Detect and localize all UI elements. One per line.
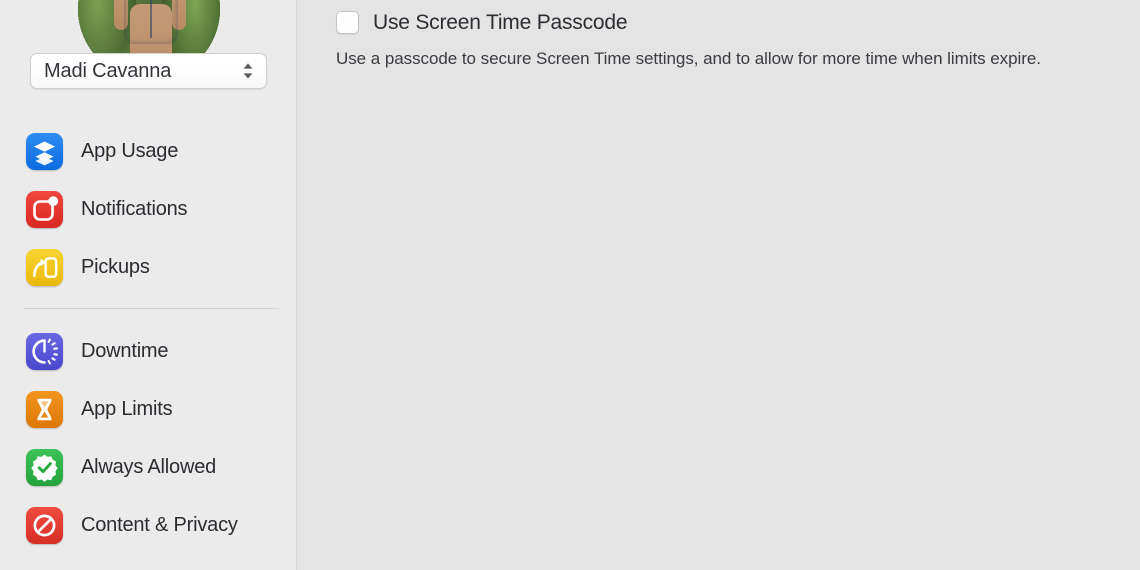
- user-popup-button[interactable]: Madi Cavanna: [30, 53, 267, 89]
- sidebar-item-label: Notifications: [81, 197, 188, 220]
- sidebar-item-always-allowed[interactable]: Always Allowed: [0, 438, 297, 496]
- sidebar-item-label: App Limits: [81, 397, 173, 420]
- sidebar-item-content-privacy[interactable]: Content & Privacy: [0, 496, 297, 554]
- chevron-up-down-icon: [240, 59, 256, 83]
- sidebar-item-label: Content & Privacy: [81, 513, 238, 536]
- notifications-icon: [26, 190, 63, 228]
- sidebar-item-app-usage[interactable]: App Usage: [0, 122, 297, 180]
- use-screen-time-passcode-row[interactable]: Use Screen Time Passcode: [336, 10, 628, 35]
- sidebar-item-label: Downtime: [81, 339, 169, 362]
- sidebar-item-app-limits[interactable]: App Limits: [0, 380, 297, 438]
- sidebar-item-pickups[interactable]: Pickups: [0, 238, 297, 296]
- downtime-icon: [26, 332, 63, 370]
- passcode-description: Use a passcode to secure Screen Time set…: [336, 49, 1041, 68]
- always-allowed-icon: [26, 448, 63, 486]
- sidebar-group-usage: App Usage Notifications Pickups: [0, 122, 297, 296]
- sidebar-item-downtime[interactable]: Downtime: [0, 322, 297, 380]
- sidebar-item-label: App Usage: [81, 139, 179, 162]
- avatar-denim-overalls: [124, 0, 178, 44]
- sidebar-item-label: Always Allowed: [81, 455, 217, 478]
- use-screen-time-passcode-label: Use Screen Time Passcode: [373, 11, 628, 34]
- pickups-icon: [26, 248, 63, 286]
- sidebar-item-label: Pickups: [81, 255, 150, 278]
- use-screen-time-passcode-checkbox[interactable]: [336, 11, 359, 34]
- content-pane: Use Screen Time Passcode Use a passcode …: [297, 0, 1140, 570]
- user-popup-selected-label: Madi Cavanna: [44, 59, 172, 82]
- screen-time-preferences-window: Madi Cavanna App Usage Notifications Pic…: [0, 0, 1140, 570]
- content-privacy-icon: [26, 506, 63, 544]
- sidebar-separator: [24, 308, 279, 309]
- sidebar-list: App Usage Notifications Pickups Downtime…: [0, 122, 297, 554]
- app-limits-icon: [26, 390, 63, 428]
- sidebar: Madi Cavanna App Usage Notifications Pic…: [0, 0, 297, 570]
- sidebar-group-limits: Downtime App Limits Always Allowed Conte…: [0, 322, 297, 554]
- app-usage-icon: [26, 132, 63, 170]
- sidebar-item-notifications[interactable]: Notifications: [0, 180, 297, 238]
